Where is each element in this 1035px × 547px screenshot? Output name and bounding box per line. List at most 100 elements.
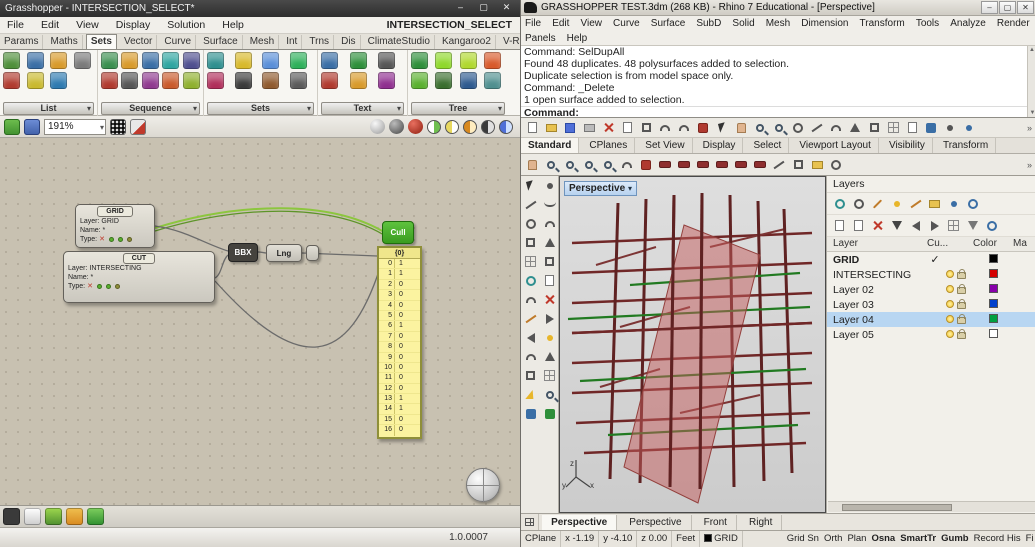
format-icon[interactable]: [378, 72, 396, 89]
menu-render[interactable]: Render: [993, 16, 1034, 31]
custom-display-icon[interactable]: [463, 119, 477, 134]
layer-color-swatch[interactable]: [988, 328, 998, 338]
redo-icon[interactable]: [675, 119, 693, 136]
layer-color-swatch[interactable]: [988, 283, 998, 293]
tab-display[interactable]: Display: [696, 138, 744, 153]
layer-tools-help-icon[interactable]: [984, 218, 999, 233]
layers-horizontal-scrollbar[interactable]: [828, 501, 1035, 512]
tab-transform[interactable]: Transform: [936, 138, 997, 153]
tab-curve[interactable]: Curve: [160, 35, 197, 49]
set-difference-icon[interactable]: [234, 52, 252, 69]
column-current[interactable]: Cu...: [927, 237, 973, 251]
wireframe-display-icon[interactable]: [427, 119, 441, 134]
cplane-indicator[interactable]: CPlane: [521, 531, 562, 547]
menu-subd[interactable]: SubD: [692, 16, 725, 31]
fibonacci-icon[interactable]: [162, 52, 180, 69]
menu-view[interactable]: View: [576, 16, 606, 31]
open-file-icon[interactable]: [542, 119, 560, 136]
zoom-extents-icon[interactable]: [599, 156, 617, 173]
rotate-tool-icon[interactable]: [521, 347, 540, 366]
column-layer[interactable]: Layer: [827, 237, 927, 251]
set-intersection-icon[interactable]: [234, 72, 252, 89]
error-shield-icon[interactable]: [408, 119, 423, 134]
menu-file[interactable]: File: [0, 17, 31, 33]
new-layer-icon[interactable]: [832, 218, 847, 233]
layer-row[interactable]: Layer 05: [827, 327, 1035, 342]
layer-color-swatch[interactable]: [988, 298, 998, 308]
menu-solid[interactable]: Solid: [728, 16, 758, 31]
shift-list-icon[interactable]: [50, 52, 67, 69]
delete-icon[interactable]: [694, 119, 712, 136]
save-file-icon[interactable]: [561, 119, 579, 136]
perspective-viewport[interactable]: Perspective ▾ z y x: [559, 176, 826, 513]
tab-maths[interactable]: Maths: [47, 35, 83, 49]
circle-tool-icon[interactable]: [521, 214, 540, 233]
member-index-icon[interactable]: [262, 72, 279, 89]
delete-layer-icon[interactable]: [870, 218, 885, 233]
move-tool-icon[interactable]: [540, 328, 559, 347]
cut-icon[interactable]: [599, 119, 617, 136]
viewport-tab-right[interactable]: Right: [740, 515, 783, 531]
toggle-gumball[interactable]: Gumb: [939, 531, 971, 547]
menu-edit[interactable]: Edit: [548, 16, 573, 31]
expand-collapse-icon[interactable]: [889, 218, 904, 233]
grid-param-node[interactable]: GRID Layer: GRID Name: * Type: ✕: [75, 204, 155, 248]
tab-cplanes[interactable]: CPlanes: [582, 138, 636, 153]
menu-help[interactable]: Help: [215, 17, 251, 33]
bake-widget-icon[interactable]: [66, 508, 83, 525]
surface-tool-icon[interactable]: [521, 252, 540, 271]
characters-icon[interactable]: [349, 72, 367, 89]
simplify-tree-icon[interactable]: [435, 52, 453, 69]
properties-icon[interactable]: [903, 119, 921, 136]
layer-lock-icon[interactable]: [957, 328, 966, 339]
current-layer-indicator[interactable]: GRID: [700, 531, 743, 547]
maximize-icon[interactable]: ▢: [999, 1, 1016, 14]
menu-display[interactable]: Display: [109, 17, 157, 33]
palette-label-tree[interactable]: Tree ▾: [411, 102, 505, 115]
fillet-tool-icon[interactable]: [521, 290, 540, 309]
cull-pattern-icon[interactable]: [101, 72, 118, 89]
zoom-window-icon[interactable]: [770, 119, 788, 136]
toggle-record-history[interactable]: Record His: [971, 531, 1023, 547]
tab-kangaroo2[interactable]: Kangaroo2: [438, 35, 496, 49]
flatten-tree-icon[interactable]: [411, 52, 428, 69]
move-layer-up-icon[interactable]: [908, 218, 923, 233]
layer-row[interactable]: GRID ✓: [827, 252, 1035, 267]
menu-tools[interactable]: Tools: [912, 16, 943, 31]
select-duplicates-icon[interactable]: [656, 156, 674, 173]
select-surfaces-icon[interactable]: [694, 156, 712, 173]
tree-branch-icon[interactable]: [435, 72, 453, 89]
tab-climatestudio[interactable]: ClimateStudio: [364, 35, 435, 49]
filter-funnel-icon[interactable]: [965, 218, 980, 233]
x-mark-icon[interactable]: ✕: [99, 236, 105, 243]
plant-widget-icon[interactable]: [45, 508, 62, 525]
path-mapper-icon[interactable]: [459, 72, 477, 89]
scroll-down-icon[interactable]: ▼: [1028, 109, 1035, 117]
cut-param-node[interactable]: CUT Layer: INTERSECTING Name: * Type: ✕: [63, 251, 215, 303]
select-polysurfaces-icon[interactable]: [713, 156, 731, 173]
new-sublayer-icon[interactable]: [851, 218, 866, 233]
cull-pattern-node[interactable]: Cull: [382, 221, 414, 244]
qr-sketch-icon[interactable]: [110, 118, 126, 135]
layer-row[interactable]: INTERSECTING: [827, 267, 1035, 282]
menu-surface[interactable]: Surface: [647, 16, 689, 31]
series-icon[interactable]: [141, 52, 159, 69]
type-toggle-icon[interactable]: [108, 236, 114, 242]
select-curves-icon[interactable]: [675, 156, 693, 173]
menu-solution[interactable]: Solution: [160, 17, 212, 33]
toggle-gridsnap[interactable]: Grid Sn: [784, 531, 821, 547]
scrollbar-thumb[interactable]: [842, 504, 952, 511]
zoom-selected-icon[interactable]: [580, 156, 598, 173]
tab-standard[interactable]: Standard: [521, 138, 580, 153]
layer-lock-icon[interactable]: [957, 313, 966, 324]
stack-data-icon[interactable]: [162, 72, 180, 89]
layer-color-swatch[interactable]: [988, 313, 998, 323]
layer-on-bulb-icon[interactable]: [946, 299, 954, 308]
tab-sets[interactable]: Sets: [85, 34, 117, 49]
mirror-icon[interactable]: [865, 119, 883, 136]
zoom-extents-icon[interactable]: [751, 119, 769, 136]
menu-transform[interactable]: Transform: [856, 16, 909, 31]
list-length-icon[interactable]: [3, 72, 20, 89]
layer-on-icon[interactable]: [889, 196, 904, 211]
command-prompt-input[interactable]: Command:: [521, 106, 1035, 117]
